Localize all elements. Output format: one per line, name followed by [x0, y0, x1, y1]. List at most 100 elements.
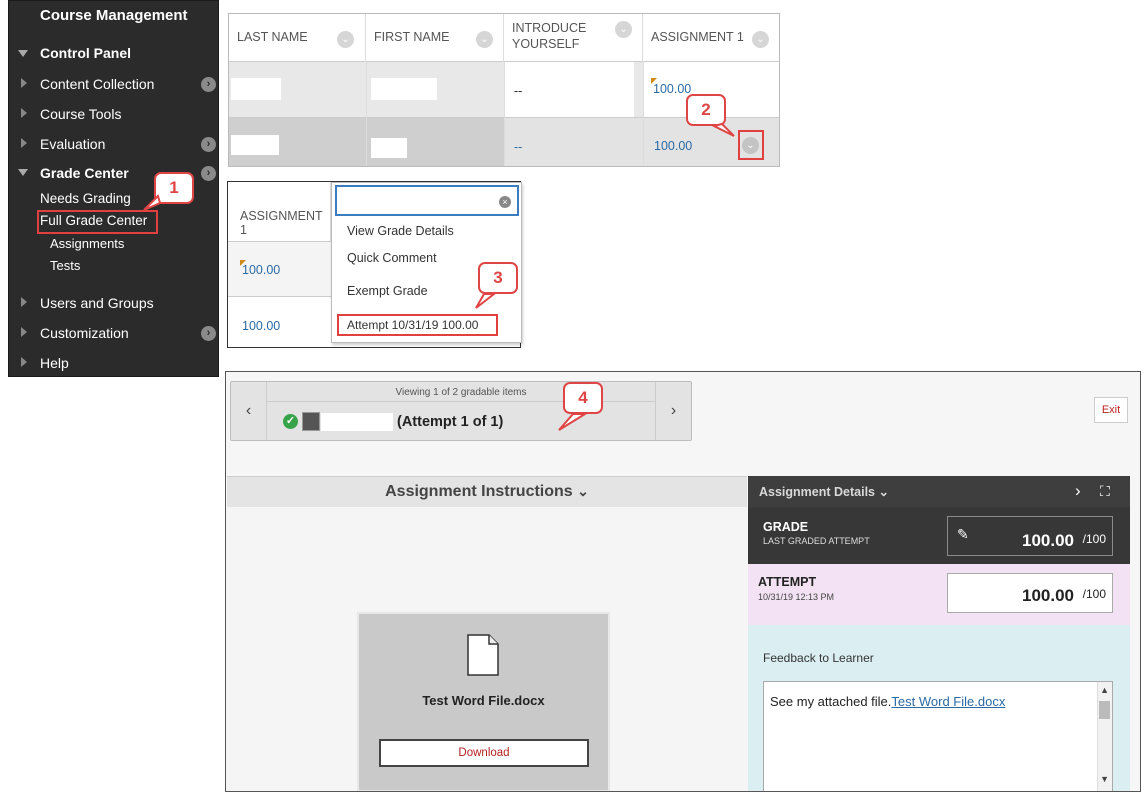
arrow-right-circle-icon[interactable]: › — [201, 137, 216, 152]
assignment-grade-link[interactable]: 100.00 — [653, 82, 691, 96]
grading-view-panel: ‹ Viewing 1 of 2 gradable items ✓ (Attem… — [225, 371, 1141, 792]
expand-triangle-icon[interactable] — [21, 78, 27, 88]
menu-item-attempt[interactable]: Attempt 10/31/19 100.00 — [347, 318, 478, 332]
chevron-down-icon[interactable]: ⌄ — [752, 31, 769, 48]
arrow-right-circle-icon[interactable]: › — [201, 77, 216, 92]
assignment-grade-link[interactable]: 100.00 — [242, 319, 280, 333]
feedback-textarea[interactable]: See my attached file.Test Word File.docx… — [763, 681, 1113, 791]
column-header-introduce-yourself[interactable]: INTRODUCE YOURSELF ⌄ — [504, 14, 643, 62]
redacted-student-name — [321, 413, 393, 431]
callout-4: 4 — [558, 382, 603, 431]
attempt-grade-value: 100.00 — [1022, 586, 1074, 605]
chevron-down-icon: ⌄ — [878, 485, 889, 499]
highlight-box — [37, 210, 158, 234]
chevron-down-icon[interactable]: ⌄ — [742, 137, 759, 154]
clear-icon[interactable]: × — [499, 196, 511, 208]
column-header-last-name[interactable]: LAST NAME ⌄ — [229, 14, 366, 62]
document-icon — [467, 634, 499, 676]
introduce-yourself-cell: -- — [514, 84, 523, 98]
chevron-left-icon[interactable]: ‹ — [231, 382, 267, 440]
assignment-grade-link[interactable]: 100.00 — [242, 263, 280, 277]
column-header-assignment-1[interactable]: ASSIGNMENT 1 — [228, 182, 331, 242]
redacted-last-name — [231, 78, 281, 100]
attempt-navigator: ‹ Viewing 1 of 2 gradable items ✓ (Attem… — [230, 381, 692, 441]
attempt-summary: ATTEMPT 10/31/19 12:13 PM 100.00 /100 — [748, 564, 1130, 625]
scroll-up-icon[interactable]: ▲ — [1100, 685, 1109, 695]
sidebar-item-tests[interactable]: Tests — [50, 258, 80, 273]
chevron-down-icon[interactable]: ⌄ — [476, 31, 493, 48]
redacted-first-name — [371, 138, 407, 158]
column-header-first-name[interactable]: FIRST NAME ⌄ — [366, 14, 504, 62]
expand-triangle-icon[interactable] — [21, 327, 27, 337]
menu-item-exempt-grade[interactable]: Exempt Grade — [347, 284, 428, 298]
details-header: Assignment Details ⌄ › ⛶ — [748, 476, 1130, 507]
grade-value: 100.00 — [1022, 531, 1074, 550]
callout-2: 2 — [686, 94, 735, 137]
grade-field[interactable]: ✎ 100.00 /100 — [947, 516, 1113, 556]
sidebar-item-evaluation[interactable]: Evaluation — [40, 136, 105, 152]
check-circle-icon: ✓ — [283, 414, 298, 429]
pencil-icon[interactable]: ✎ — [957, 526, 969, 543]
redacted-first-name — [371, 78, 437, 100]
sidebar-item-control-panel[interactable]: Control Panel — [40, 45, 131, 61]
expand-triangle-icon[interactable] — [21, 108, 27, 118]
instructions-title[interactable]: Assignment Instructions ⌄ — [227, 483, 747, 501]
expand-triangle-icon[interactable] — [21, 297, 27, 307]
arrow-right-circle-icon[interactable]: › — [201, 166, 216, 181]
scroll-thumb[interactable] — [1099, 701, 1110, 719]
callout-number: 3 — [493, 268, 503, 287]
sidebar-item-customization[interactable]: Customization — [40, 325, 129, 341]
attempt-title: ATTEMPT — [758, 575, 817, 589]
feedback-file-link[interactable]: Test Word File.docx — [891, 694, 1005, 709]
sidebar-item-help[interactable]: Help — [40, 355, 69, 371]
column-header-assignment-1[interactable]: ASSIGNMENT 1 ⌄ — [643, 14, 779, 62]
sidebar-item-assignments[interactable]: Assignments — [50, 236, 124, 251]
grade-label: GRADE — [763, 520, 809, 534]
chevron-down-icon: ⌄ — [577, 483, 589, 499]
chevron-down-icon[interactable]: ⌄ — [337, 31, 354, 48]
chevron-down-icon[interactable]: ⌄ — [615, 21, 632, 38]
sidebar-title: Course Management — [40, 7, 188, 24]
feedback-text: See my attached file.Test Word File.docx — [770, 694, 1006, 709]
download-button[interactable]: Download — [379, 739, 589, 767]
chevron-right-icon[interactable]: › — [655, 382, 691, 440]
sidebar-item-users-and-groups[interactable]: Users and Groups — [40, 295, 154, 311]
feedback-scrollbar[interactable]: ▲ ▼ — [1097, 682, 1112, 791]
arrow-right-circle-icon[interactable]: › — [201, 326, 216, 341]
redacted-last-name — [231, 135, 279, 155]
file-name: Test Word File.docx — [422, 693, 545, 708]
exit-button[interactable]: Exit — [1094, 397, 1128, 423]
attempt-grade-field[interactable]: 100.00 /100 — [947, 573, 1113, 613]
grade-center-table: LAST NAME ⌄ FIRST NAME ⌄ INTRODUCE YOURS… — [228, 13, 780, 167]
collapse-triangle-icon[interactable] — [18, 50, 28, 57]
grade-out-of: /100 — [1082, 532, 1106, 546]
sidebar-item-content-collection[interactable]: Content Collection — [40, 76, 154, 92]
attempt-time: 10/31/19 12:13 PM — [758, 592, 835, 602]
expand-triangle-icon[interactable] — [21, 138, 27, 148]
introduce-yourself-cell: -- — [514, 140, 523, 154]
expand-triangle-icon[interactable] — [21, 357, 27, 367]
feedback-label: Feedback to Learner — [763, 651, 874, 665]
chevron-right-icon[interactable]: › — [1075, 481, 1081, 501]
menu-search-input[interactable]: × — [335, 185, 519, 216]
sidebar-item-grade-center[interactable]: Grade Center — [40, 165, 129, 181]
callout-3: 3 — [475, 262, 518, 309]
table-header: LAST NAME ⌄ FIRST NAME ⌄ INTRODUCE YOURS… — [229, 14, 779, 62]
sidebar-item-course-tools[interactable]: Course Tools — [40, 106, 121, 122]
scroll-down-icon[interactable]: ▼ — [1100, 774, 1109, 784]
callout-number: 4 — [578, 388, 588, 407]
callout-1: 1 — [143, 172, 194, 211]
assignment-instructions-bar[interactable]: Assignment Instructions ⌄ — [227, 476, 747, 507]
avatar — [302, 412, 320, 431]
menu-item-quick-comment[interactable]: Quick Comment — [347, 251, 437, 265]
collapse-triangle-icon[interactable] — [18, 169, 28, 176]
grade-sub-label: LAST GRADED ATTEMPT — [763, 536, 870, 546]
sidebar-item-needs-grading[interactable]: Needs Grading — [40, 191, 131, 206]
details-title[interactable]: Assignment Details ⌄ — [759, 484, 889, 499]
attempt-out-of: /100 — [1082, 587, 1106, 601]
assignment-grade-link[interactable]: 100.00 — [654, 139, 692, 153]
expand-icon[interactable]: ⛶ — [1100, 483, 1110, 500]
grade-cell-menu-panel: ASSIGNMENT 1 100.00 100.00 × View Grade … — [227, 181, 522, 348]
menu-item-view-grade-details[interactable]: View Grade Details — [347, 224, 454, 238]
assignment-details-panel: Assignment Details ⌄ › ⛶ GRADE LAST GRAD… — [748, 476, 1130, 791]
